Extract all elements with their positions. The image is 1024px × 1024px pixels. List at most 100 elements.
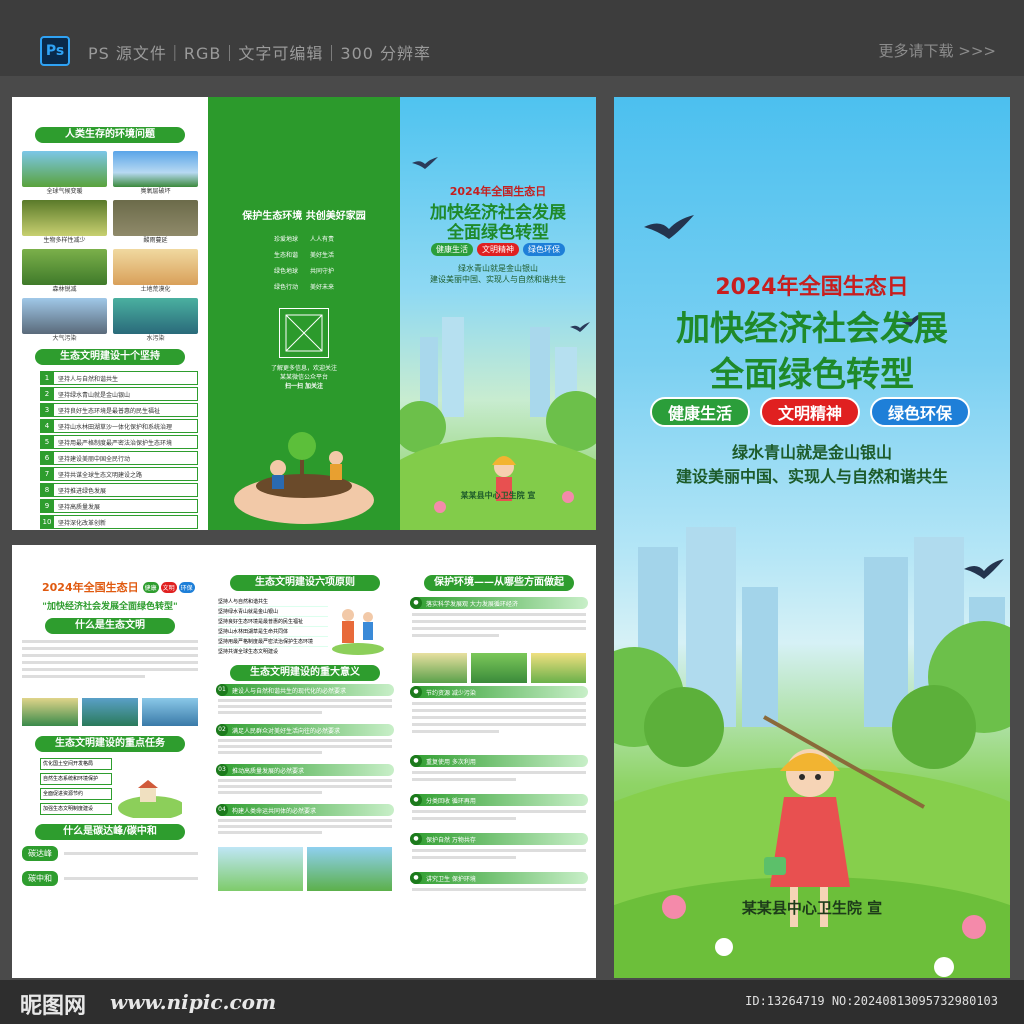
- list-item: 2 坚持绿水青山就是金山银山: [40, 387, 198, 401]
- text-block-placeholder: [412, 702, 586, 752]
- image-id-text: ID:13264719 NO:20240813095732980103: [745, 994, 998, 1008]
- list-item: 自然生态系统和环境保护: [40, 773, 112, 785]
- inside-panel-1: 2024年全国生态日 健康 文明 环保 "加快经济社会发展全面绿色转型" 什么是…: [12, 545, 208, 978]
- list-item: 坚持人与自然和谐共生: [218, 597, 328, 607]
- list-item: 5 坚持用最严格制度最严密法治保护生态环境: [40, 435, 198, 449]
- list-item: 3 坚持良好生态环境是最普惠的民生福祉: [40, 403, 198, 417]
- text-block-placeholder: [412, 613, 586, 653]
- list-item: 坚持绿水青山就是金山银山: [218, 607, 328, 617]
- photo-card: 大气污染: [22, 298, 107, 343]
- protect-item-4: ● 分类回收 循环再用: [410, 794, 588, 806]
- protect-item-2: ● 节约资源 减少污染: [410, 686, 588, 698]
- photo-biodiversity: [22, 200, 107, 236]
- photo-air: [22, 298, 107, 334]
- list-item: 坚持山水林田湖草是生命共同体: [218, 627, 328, 637]
- list-item: 10 坚持深化改革创新: [40, 515, 198, 529]
- list-item: 8 坚持推进绿色发展: [40, 483, 198, 497]
- protect-item-3: ● 重复使用 多次利用: [410, 755, 588, 767]
- key-task-list: 优化国土空间开发格局 自然生态系统和环境保护 全面促进资源节约 加强生态文明制度…: [12, 758, 112, 818]
- cover-issuer: 某某县中心卫生院 宣: [460, 491, 536, 500]
- env-problems-title: 人类生存的环境问题: [35, 127, 185, 143]
- env-photo-grid: 全球气候变暖 臭氧层破坏 生物多样性减少 酸雨蔓延 森林锐减 土地荒漠化 大气污…: [12, 151, 208, 343]
- tag-green: 绿色环保: [523, 243, 565, 256]
- photo-desert: [113, 249, 198, 285]
- inside-photo-row: [12, 698, 208, 726]
- photo-water: [113, 298, 198, 334]
- download-more-link[interactable]: 更多请下载 >>>: [879, 40, 996, 61]
- six-principles: 坚持人与自然和谐共生 坚持绿水青山就是金山银山 坚持良好生态环境是最普惠的民生福…: [208, 597, 402, 657]
- photo-acid-rain: [113, 200, 198, 236]
- outside-left-panel: 人类生存的环境问题 全球气候变暖 臭氧层破坏 生物多样性减少 酸雨蔓延 森林锐减…: [12, 97, 208, 530]
- site-url[interactable]: www.nipic.com: [110, 990, 276, 1014]
- photo-card: 土地荒漠化: [113, 249, 198, 294]
- cover-slogan-2: 建设美丽中国、实现人与自然和谐共生: [430, 275, 566, 284]
- poster-main-title-1: 加快经济社会发展: [676, 309, 948, 349]
- swallow-bird-icon: [412, 157, 438, 169]
- photo-forest: [22, 249, 107, 285]
- photo-leaves: [471, 653, 527, 683]
- photo-card: 水污染: [113, 298, 198, 343]
- watermark-bar: 昵图网 www.nipic.com ID:13264719 NO:2024081…: [0, 980, 1024, 1024]
- poster-tag-green: 绿色环保: [870, 397, 970, 427]
- poster-year-title: 2024年全国生态日: [715, 275, 909, 300]
- list-item: 加强生态文明制度建设: [40, 803, 112, 815]
- inside-subtitle: "加快经济社会发展全面绿色转型": [42, 602, 178, 612]
- poster-main-title-2: 全面绿色转型: [710, 355, 914, 395]
- list-item: 坚持用最严格制度最严密法治保护生态环境: [218, 637, 328, 647]
- photo-card: 全球气候变暖: [22, 151, 107, 196]
- photo-field: [530, 653, 586, 683]
- top-banner: Ps PS 源文件｜RGB｜文字可编辑｜300 分辨率 更多请下载 >>>: [0, 0, 1024, 76]
- photo-caption: 水污染: [146, 335, 165, 342]
- outside-cover-panel: 2024年全国生态日 加快经济社会发展 全面绿色转型 健康生活 文明精神 绿色环…: [400, 97, 596, 530]
- carbon-title: 什么是碳达峰/碳中和: [35, 824, 185, 840]
- list-item: 9 坚持高质量发展: [40, 499, 198, 513]
- poster-slogan-1: 绿水青山就是金山银山: [731, 443, 892, 462]
- photo-climate: [22, 151, 107, 187]
- list-item: 1 坚持人与自然和谐共生: [40, 371, 198, 385]
- hands-planting-illustration: [234, 432, 374, 524]
- photo-sea: [142, 698, 198, 726]
- text-block-placeholder: [218, 699, 392, 721]
- photo-seedling: [218, 847, 303, 891]
- key-tasks: 优化国土空间开发格局 自然生态系统和环境保护 全面促进资源节约 加强生态文明制度…: [12, 758, 208, 818]
- text-block-placeholder: [412, 771, 586, 791]
- photo-terraces: [22, 698, 78, 726]
- photo-recycle-bins: [412, 653, 468, 683]
- cover-main-2: 全面绿色转型: [447, 223, 549, 243]
- photo-caption: 土地荒漠化: [140, 286, 171, 293]
- inside-panel-3: 保护环境——从哪些方面做起 ● 落实科学发展观 大力发展循环经济 ● 节约资源 减少…: [402, 545, 596, 978]
- qr-code-placeholder: [279, 308, 329, 358]
- inside-year-row: 2024年全国生态日 健康 文明 环保: [42, 579, 208, 595]
- list-item: 坚持共谋全球生态文明建设: [218, 649, 279, 655]
- family-illustration: [332, 609, 384, 655]
- poster-issuer: 某某县中心卫生院 宣: [741, 899, 883, 917]
- meaning-item-2: 02 满足人民群众对美好生活向往的必然要求: [216, 724, 394, 736]
- badge-green: 环保: [178, 581, 195, 593]
- photo-card: 臭氧层破坏: [113, 151, 198, 196]
- meaning-title: 生态文明建设的重大意义: [230, 665, 380, 681]
- poster-tag-civil: 文明精神: [760, 397, 860, 427]
- list-item: 全面促进资源节约: [40, 788, 112, 800]
- cover-year-title: 2024年全国生态日: [449, 185, 547, 198]
- tag-health: 健康生活: [431, 243, 473, 256]
- text-block-placeholder: [218, 779, 392, 801]
- text-block-placeholder: [218, 819, 392, 841]
- poster-slogan-2: 建设美丽中国、实现人与自然和谐共生: [675, 467, 948, 486]
- inside-year-title: 2024年全国生态日: [42, 581, 139, 594]
- carbon-peak-row: 碳达峰: [22, 846, 198, 861]
- carbon-neutral-label: 碳中和: [22, 871, 58, 886]
- photo-caption: 大气污染: [52, 335, 77, 342]
- ten-principles-list: 1 坚持人与自然和谐共生 2 坚持绿水青山就是金山银山 3 坚持良好生态环境是最普惠的…: [12, 371, 208, 529]
- qr-icon: [285, 314, 323, 352]
- text-block-placeholder: [22, 640, 198, 692]
- carbon-neutral-row: 碳中和: [22, 871, 198, 886]
- ten-principles-title: 生态文明建设十个坚持: [35, 349, 185, 365]
- inside-photo-row-2: [208, 847, 402, 891]
- list-item: 4 坚持山水林田湖草沙一体化保护和系统治理: [40, 419, 198, 433]
- key-tasks-title: 生态文明建设的重点任务: [35, 736, 185, 752]
- protect-item-1: ● 落实科学发展观 大力发展循环经济: [410, 597, 588, 609]
- village-illustration: [118, 780, 182, 818]
- badge-health: 健康: [142, 581, 159, 593]
- photo-caption: 全球气候变暖: [46, 188, 83, 195]
- photo-caption: 酸雨蔓延: [143, 237, 168, 244]
